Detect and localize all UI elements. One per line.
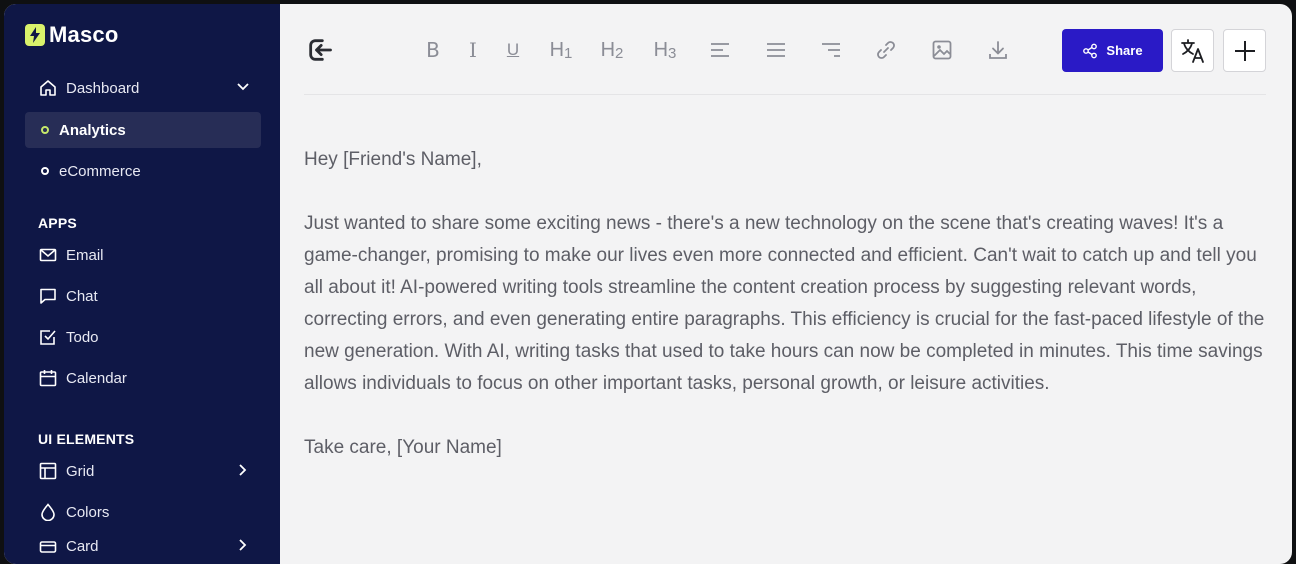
sidebar-item-chat[interactable]: Chat [25, 278, 261, 314]
sidebar-item-grid[interactable]: Grid [25, 453, 261, 489]
sidebar-item-label: Colors [66, 503, 110, 521]
app-name: Masco [49, 22, 119, 47]
align-right-icon [822, 43, 840, 57]
lightning-icon [25, 24, 45, 46]
italic-label: I [469, 38, 477, 62]
sidebar-item-analytics[interactable]: Analytics [25, 112, 261, 148]
underline-label: U [506, 40, 520, 59]
sidebar-item-label: eCommerce [59, 162, 141, 180]
plus-icon [1234, 40, 1255, 61]
align-center-icon [767, 43, 785, 57]
image-button[interactable] [931, 34, 953, 66]
align-center-button[interactable] [765, 34, 787, 66]
active-dot-icon [41, 126, 49, 134]
app-window: Masco Dashboard Analytics eCommerce APPS… [4, 4, 1292, 564]
sidebar-item-label: Grid [66, 462, 95, 480]
checkbox-icon [38, 327, 58, 347]
download-icon [989, 41, 1007, 59]
heading-level-number: 1 [564, 44, 573, 62]
sidebar-item-dashboard[interactable]: Dashboard [25, 70, 261, 106]
align-left-button[interactable] [709, 34, 731, 66]
app-logo[interactable]: Masco [25, 22, 118, 48]
heading1-label: H1 [549, 38, 573, 62]
heading3-button[interactable]: H3 [650, 34, 680, 66]
mail-icon [38, 245, 58, 265]
translate-button[interactable] [1171, 29, 1214, 72]
card-icon [38, 536, 58, 556]
bullet-icon [41, 167, 49, 175]
sidebar-item-label: Dashboard [66, 79, 140, 97]
share-icon [1083, 43, 1098, 58]
sidebar-item-label: Analytics [59, 121, 126, 139]
section-title-ui-elements: UI ELEMENTS [38, 431, 135, 447]
toolbar-divider [304, 94, 1266, 95]
heading2-label: H2 [600, 38, 624, 62]
exit-icon [309, 39, 332, 61]
bold-button[interactable]: B [422, 34, 444, 66]
editor-content[interactable]: Hey [Friend's Name], Just wanted to shar… [304, 144, 1274, 496]
sidebar-item-label: Email [66, 246, 104, 264]
heading3-label: H3 [653, 38, 677, 62]
heading2-button[interactable]: H2 [597, 34, 627, 66]
sidebar-item-colors[interactable]: Colors [25, 494, 261, 530]
align-left-icon [711, 43, 729, 57]
sidebar-item-calendar[interactable]: Calendar [25, 360, 261, 396]
sidebar-item-todo[interactable]: Todo [25, 319, 261, 355]
letter-greeting: Hey [Friend's Name], [304, 149, 482, 170]
heading-level-number: 2 [615, 44, 624, 62]
drop-icon [38, 502, 58, 522]
chevron-right-icon[interactable] [235, 537, 251, 553]
share-label: Share [1106, 43, 1143, 58]
italic-button[interactable]: I [464, 34, 482, 66]
bold-label: B [426, 38, 440, 62]
chat-icon [38, 286, 58, 306]
share-button[interactable]: Share [1062, 29, 1163, 72]
section-title-apps: APPS [38, 215, 77, 231]
calendar-icon [38, 368, 58, 388]
heading-level-number: 3 [668, 44, 677, 62]
letter-body: Just wanted to share some exciting news … [304, 213, 1265, 394]
sidebar-item-card[interactable]: Card [25, 528, 261, 564]
image-icon [932, 40, 952, 60]
sidebar-item-email[interactable]: Email [25, 237, 261, 273]
sidebar-item-label: Chat [66, 287, 98, 305]
align-right-button[interactable] [820, 34, 842, 66]
add-button[interactable] [1223, 29, 1266, 72]
underline-button[interactable]: U [502, 34, 524, 66]
heading1-button[interactable]: H1 [546, 34, 576, 66]
sidebar-item-label: Card [66, 537, 99, 555]
chevron-right-icon[interactable] [235, 462, 251, 478]
download-button[interactable] [987, 34, 1009, 66]
sidebar-item-ecommerce[interactable]: eCommerce [25, 153, 261, 189]
grid-icon [38, 461, 58, 481]
link-button[interactable] [875, 34, 897, 66]
sidebar-item-label: Calendar [66, 369, 127, 387]
sidebar-item-label: Todo [66, 328, 99, 346]
translate-icon [1180, 38, 1204, 63]
exit-button[interactable] [304, 34, 336, 66]
chevron-down-icon[interactable] [235, 79, 251, 95]
letter-signoff: Take care, [Your Name] [304, 437, 502, 458]
link-icon [877, 41, 895, 59]
home-icon [38, 78, 58, 98]
sidebar: Masco Dashboard Analytics eCommerce APPS… [4, 4, 280, 564]
